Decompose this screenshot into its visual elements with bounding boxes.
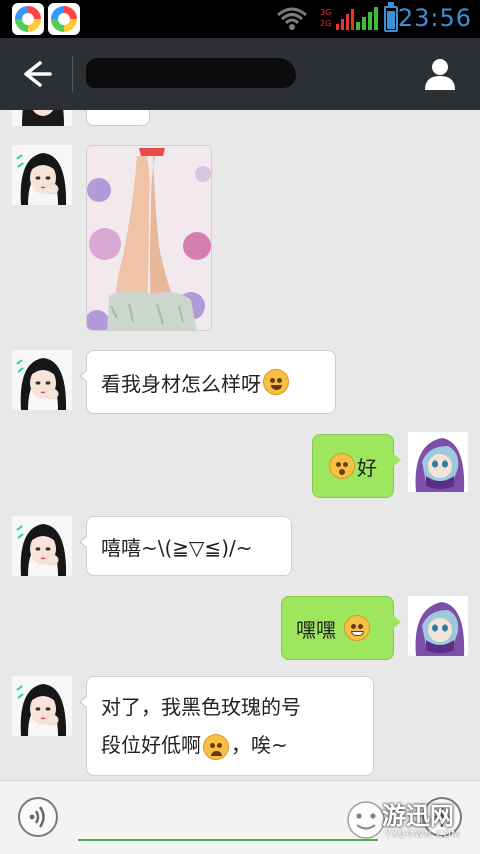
voice-icon (29, 806, 45, 828)
title-divider (72, 56, 73, 92)
message-bubble[interactable]: 嘻嘻~\(≧▽≦)/~ (79, 516, 292, 576)
back-arrow-icon[interactable] (14, 56, 54, 92)
title-bar (0, 38, 480, 110)
app-notification-icon (12, 3, 44, 35)
signal-icon (336, 9, 354, 30)
chat-title (86, 58, 296, 88)
wifi-icon (277, 7, 307, 30)
message-text: 看我身材怎么样呀 (101, 371, 261, 396)
status-time: 23:56 (397, 4, 472, 32)
sad-emoji-icon (203, 733, 229, 760)
message-bubble[interactable]: 对了，我黑色玫瑰的号 段位好低啊 ，唉~ (79, 676, 374, 776)
message-text: 嘿嘿 (296, 617, 336, 642)
message-text: 嘻嘻~\(≧▽≦)/~ (101, 535, 253, 560)
signal-icon (356, 7, 378, 30)
my-message-bubble[interactable]: 嘿嘿 (281, 596, 401, 660)
contact-avatar[interactable] (12, 676, 72, 736)
my-avatar[interactable] (408, 432, 468, 492)
voice-button[interactable] (18, 797, 58, 837)
my-avatar[interactable] (408, 596, 468, 656)
shocked-emoji-icon (329, 453, 355, 479)
watermark-text: 游迅网 (382, 802, 454, 830)
heart-eyes-emoji-icon (263, 369, 289, 395)
contact-avatar[interactable] (12, 516, 72, 576)
person-icon[interactable] (422, 56, 458, 92)
message-text-line: 对了，我黑色玫瑰的号 (101, 695, 301, 719)
grin-emoji-icon (344, 615, 370, 641)
contact-avatar[interactable] (12, 110, 72, 126)
contact-avatar[interactable] (12, 145, 72, 205)
message-bubble[interactable]: 看我身材怎么样呀 (79, 350, 336, 414)
message-text-line: 段位好低啊 ，唉~ (101, 726, 288, 764)
legs-photo (87, 146, 211, 330)
watermark-subtext: YXDOWN.COM (385, 830, 461, 840)
contact-avatar[interactable] (12, 350, 72, 410)
message-bubble[interactable] (79, 110, 150, 126)
shared-photo[interactable] (86, 145, 212, 331)
battery-icon (384, 2, 398, 32)
message-list[interactable]: 看我身材怎么样呀 好 嘻嘻~\(≧▽≦)/~ 嘿嘿 对了，我黑色玫瑰的号 段位好… (0, 110, 480, 780)
message-text: 好 (357, 455, 377, 480)
message-input[interactable] (78, 795, 378, 841)
app-notification-icon (48, 3, 80, 35)
my-message-bubble[interactable]: 好 (312, 434, 401, 498)
status-bar: 3G 2G 23:56 (0, 0, 480, 38)
network-type: 3G 2G (320, 8, 332, 28)
